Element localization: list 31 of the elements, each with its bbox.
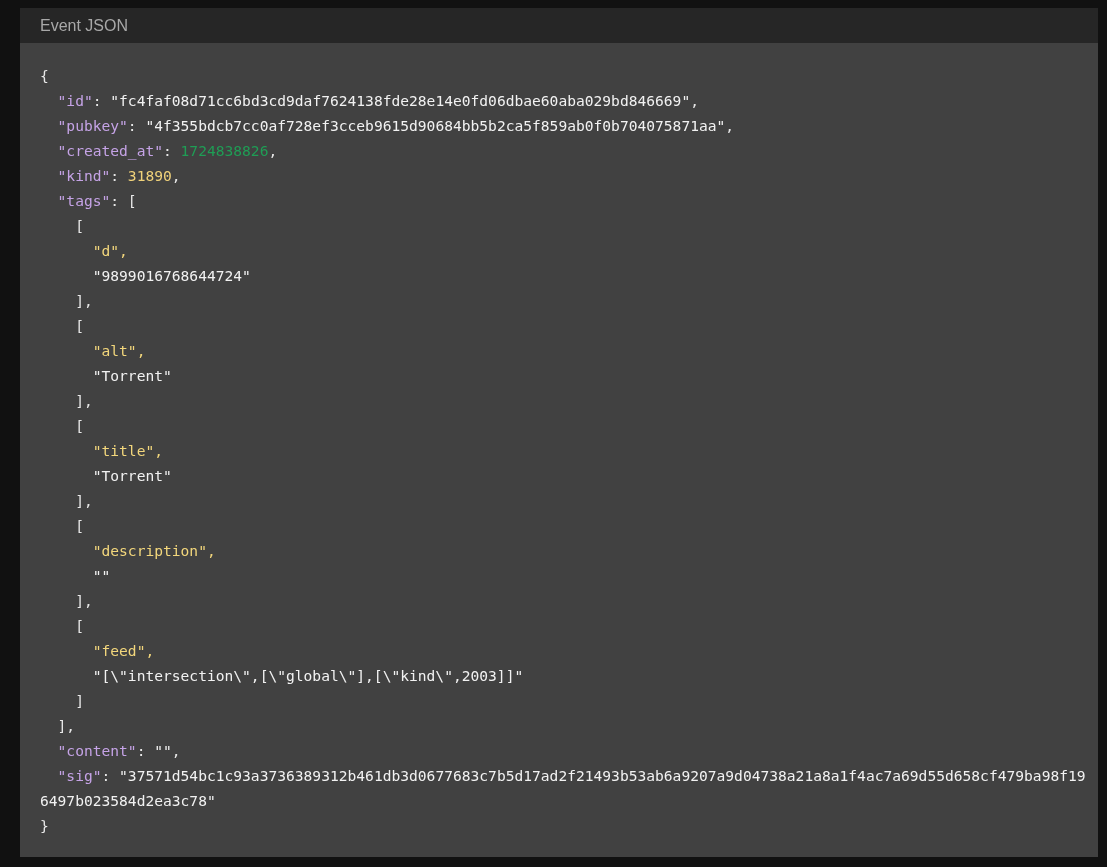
code-line: "feed", [91, 641, 156, 661]
code-line: "content": "", [56, 741, 182, 761]
code-line: "Torrent" [91, 366, 173, 386]
code-line: "" [91, 566, 112, 586]
code-line: ] [74, 691, 85, 711]
code-line: "kind": 31890, [56, 166, 182, 186]
code-line: ], [74, 591, 94, 611]
code-line: ], [74, 491, 94, 511]
code-line: "description", [91, 541, 217, 561]
code-line: [ [74, 316, 85, 336]
code-line: "[\"intersection\",[\"global\"],[\"kind\",2003]]" [91, 666, 525, 686]
code-line: [ [74, 416, 85, 436]
code-line: } [40, 816, 50, 836]
code-line: "id": "fc4faf08d71cc6bd3cd9daf7624138fde28e14e0fd06dbae60aba029bd846669", [56, 91, 700, 111]
panel-title: Event JSON [40, 15, 129, 36]
code-line: "d", [91, 241, 129, 261]
code-line: [ [74, 216, 85, 236]
code-line: "title", [91, 441, 164, 461]
code-line: "pubkey": "4f355bdcb7cc0af728ef3cceb9615d90684bb5b2ca5f859ab0f0b704075871aa", [56, 116, 736, 136]
code-line: "alt", [91, 341, 147, 361]
code-line: "tags": [ [56, 191, 138, 211]
code-line: "Torrent" [91, 466, 173, 486]
code-line: [ [74, 516, 85, 536]
code-line: [ [74, 616, 85, 636]
code-line: ], [74, 391, 94, 411]
code-line: "sig": "37571d54bc1c93a3736389312b461db3d0677683c7b5d17ad2f21493b53ab6a9207a9d04738a21a8a1f4ac7a69d55d658cf479ba98f196497b023584d2ea3c78" [40, 766, 1087, 811]
code-line: { [40, 66, 50, 86]
code-line: ], [74, 291, 94, 311]
code-line: "created_at": 1724838826, [56, 141, 279, 162]
code-line: ], [56, 716, 77, 736]
code-line: "9899016768644724" [91, 266, 252, 286]
